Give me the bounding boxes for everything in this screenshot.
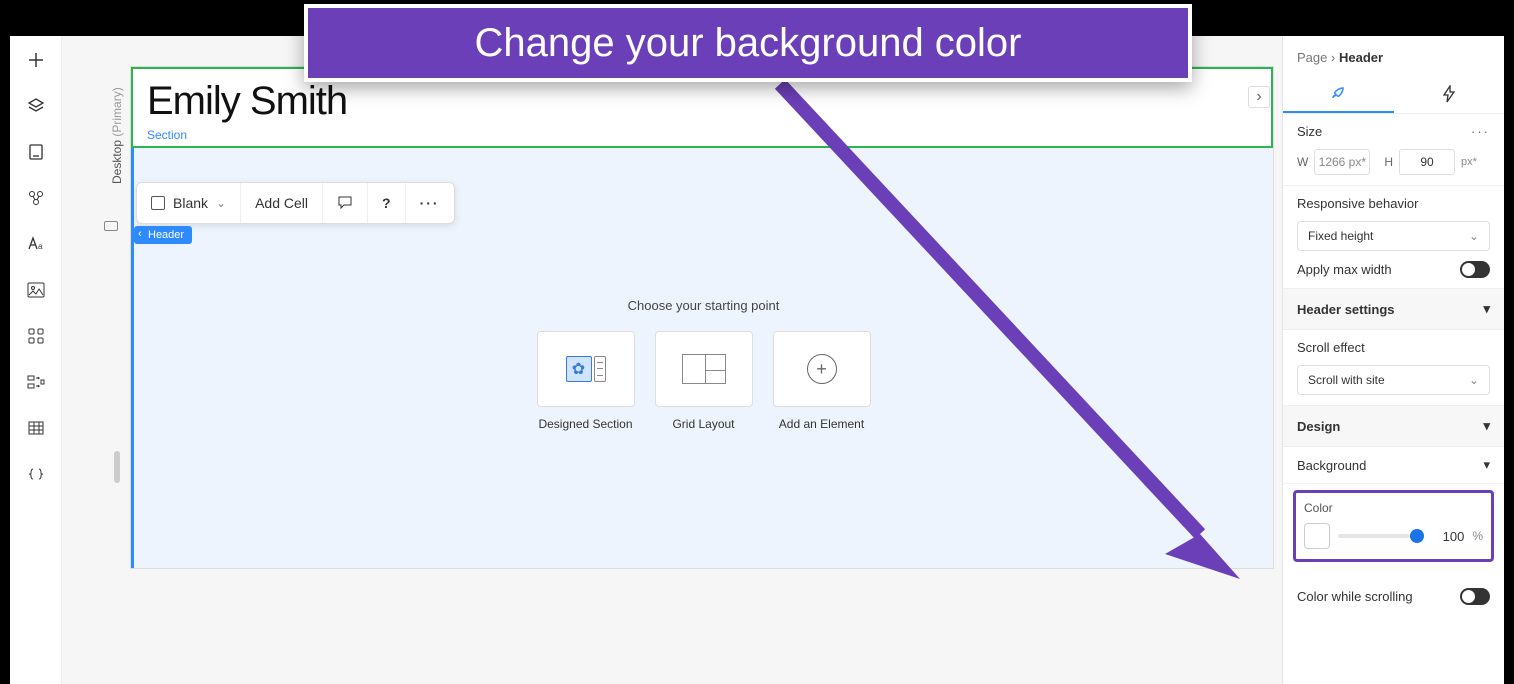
responsive-label: Responsive behavior [1297, 196, 1490, 211]
resize-handle[interactable] [114, 451, 120, 483]
maxwidth-toggle[interactable] [1460, 261, 1490, 278]
colorscroll-toggle[interactable] [1460, 588, 1490, 605]
inspector-panel: Page › Header Size··· W Hpx* Responsive … [1282, 36, 1504, 684]
more-button[interactable]: ··· [406, 183, 454, 223]
responsive-select[interactable]: Fixed height⌄ [1297, 221, 1490, 251]
chevron-down-icon: ⌄ [216, 196, 226, 210]
breadcrumb: Page › Header [1283, 36, 1504, 75]
color-control: Color 100 % [1293, 490, 1494, 562]
template-icon: ✿ [566, 356, 592, 382]
device-icon[interactable] [104, 221, 118, 231]
breadcrumb-next[interactable]: › [1248, 86, 1270, 108]
brush-icon [1329, 84, 1347, 102]
comment-icon [337, 195, 353, 211]
selected-section[interactable]: Blank ⌄ Add Cell ? ··· Header Choose your… [131, 148, 1273, 568]
square-icon [151, 196, 165, 210]
inspector-icon[interactable] [26, 142, 46, 162]
site-icon[interactable] [26, 188, 46, 208]
plus-circle-icon: + [807, 354, 837, 384]
blank-label: Blank [173, 195, 208, 211]
more-icon: ··· [420, 195, 440, 211]
breadcrumb-current: Header [1339, 50, 1383, 65]
designed-section-card[interactable]: ✿ Designed Section [536, 331, 636, 431]
apps-icon[interactable] [26, 326, 46, 346]
width-input[interactable] [1314, 149, 1370, 175]
collapse-icon: ▾ [1483, 457, 1490, 473]
section-label: Section [147, 128, 1257, 142]
page-frame: Emily Smith Section Blank ⌄ Add Cell ? ··… [130, 66, 1274, 569]
data-icon[interactable] [26, 418, 46, 438]
annotation-callout: Change your background color [304, 4, 1192, 82]
viewport-label: Desktop (Primary) [110, 87, 124, 184]
color-swatch[interactable] [1304, 523, 1330, 549]
image-icon[interactable] [26, 280, 46, 300]
add-element-card[interactable]: + Add an Element [772, 331, 872, 431]
design-tab[interactable] [1283, 75, 1394, 113]
scroll-section: Scroll effect Scroll with site⌄ [1283, 330, 1504, 406]
element-tag[interactable]: Header [134, 226, 192, 244]
opacity-slider[interactable] [1338, 534, 1424, 538]
text-icon[interactable]: a [26, 234, 46, 254]
responsive-section: Responsive behavior Fixed height⌄ Apply … [1283, 186, 1504, 289]
interactions-tab[interactable] [1394, 75, 1505, 113]
floating-toolbar: Blank ⌄ Add Cell ? ··· [136, 182, 455, 224]
color-label: Color [1304, 501, 1483, 515]
svg-text:a: a [38, 242, 43, 251]
card-label: Grid Layout [672, 417, 734, 431]
card-label: Designed Section [538, 417, 632, 431]
layers-icon[interactable] [26, 96, 46, 116]
starter-box: Choose your starting point ✿ Designed Se… [536, 298, 872, 431]
collapse-icon: ▾ [1483, 418, 1490, 434]
height-input[interactable] [1399, 149, 1455, 175]
blank-dropdown[interactable]: Blank ⌄ [137, 183, 241, 223]
code-icon[interactable] [26, 464, 46, 484]
size-more-icon[interactable]: ··· [1471, 124, 1490, 139]
size-section: Size··· W Hpx* [1283, 114, 1504, 186]
add-cell-button[interactable]: Add Cell [241, 183, 323, 223]
stage: Emily Smith Section Blank ⌄ Add Cell ? ··… [130, 36, 1282, 684]
header-settings-section[interactable]: Header settings▾ [1283, 289, 1504, 330]
add-cell-label: Add Cell [255, 195, 308, 211]
app-root: a Desktop (Primary) Emily Smith Section … [10, 36, 1504, 684]
collapse-icon: ▾ [1483, 301, 1490, 317]
design-section[interactable]: Design▾ [1283, 406, 1504, 447]
grid-icon [682, 354, 726, 384]
add-icon[interactable] [26, 50, 46, 70]
chevron-down-icon: ⌄ [1469, 373, 1479, 387]
card-label: Add an Element [779, 417, 864, 431]
tool-rail: a [10, 36, 62, 684]
site-title[interactable]: Emily Smith [147, 79, 1257, 124]
scroll-label: Scroll effect [1297, 340, 1490, 355]
components-icon[interactable] [26, 372, 46, 392]
bolt-icon [1441, 85, 1457, 103]
starter-prompt: Choose your starting point [536, 298, 872, 313]
size-label: Size [1297, 124, 1322, 139]
canvas: Desktop (Primary) Emily Smith Section Bl… [62, 36, 1282, 684]
colorscroll-label: Color while scrolling [1297, 589, 1413, 604]
scroll-select[interactable]: Scroll with site⌄ [1297, 365, 1490, 395]
chevron-down-icon: ⌄ [1469, 229, 1479, 243]
help-icon: ? [382, 195, 391, 211]
breadcrumb-page[interactable]: Page [1297, 50, 1327, 65]
grid-layout-card[interactable]: Grid Layout [654, 331, 754, 431]
opacity-value[interactable]: 100 [1432, 529, 1464, 544]
background-section[interactable]: Background▾ [1283, 447, 1504, 484]
help-button[interactable]: ? [368, 183, 406, 223]
viewport-strip: Desktop (Primary) [62, 36, 130, 684]
panel-tabs [1283, 75, 1504, 114]
maxwidth-label: Apply max width [1297, 262, 1392, 277]
comment-button[interactable] [323, 183, 368, 223]
